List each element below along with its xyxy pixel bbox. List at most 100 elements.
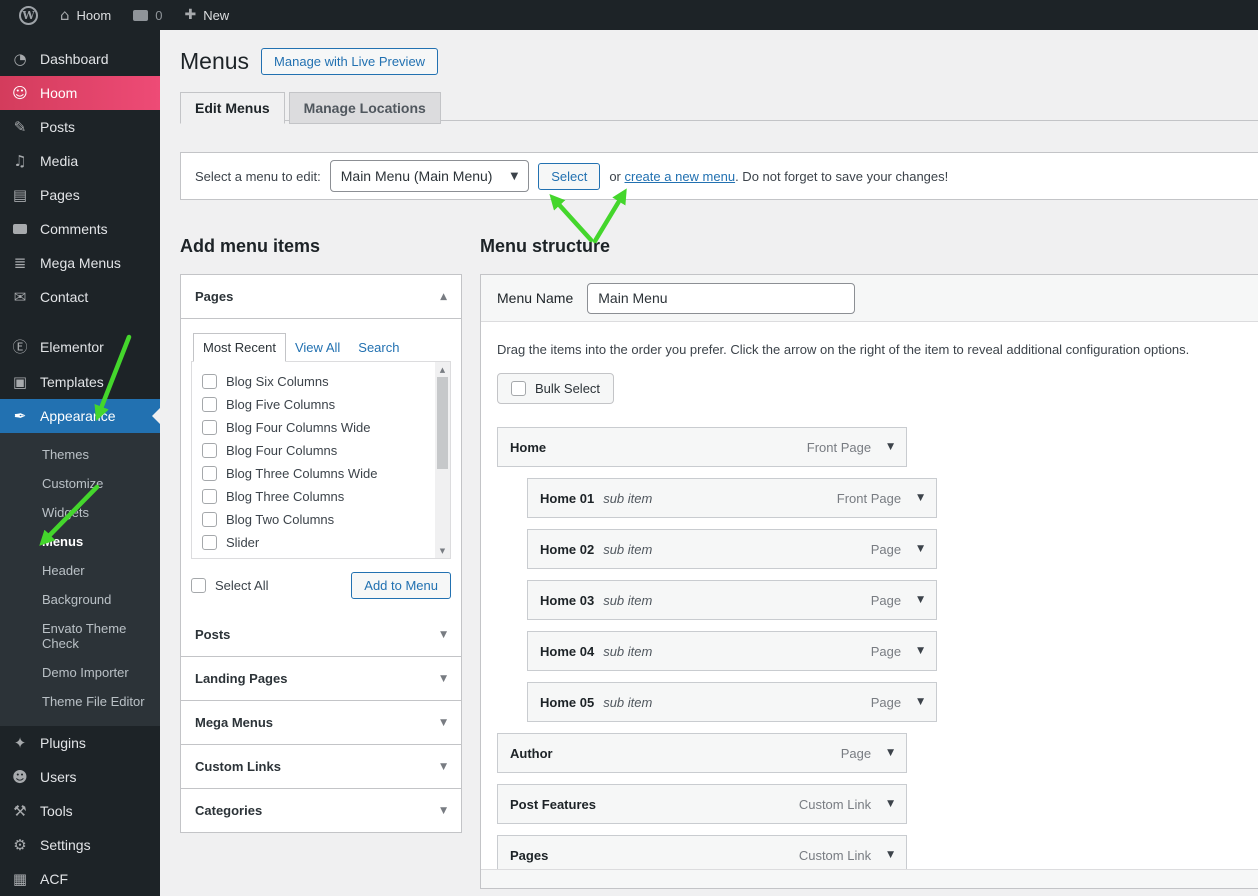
submenu-item-envato-theme-check[interactable]: Envato Theme Check xyxy=(0,614,160,658)
menu-name-label: Menu Name xyxy=(497,290,574,306)
sidebar-item-settings[interactable]: ⚙ Settings xyxy=(0,828,160,862)
submenu-item-theme-file-editor[interactable]: Theme File Editor xyxy=(0,687,160,716)
submenu-item-themes[interactable]: Themes xyxy=(0,440,160,469)
page-item-checkbox[interactable] xyxy=(202,535,217,550)
new-label: New xyxy=(203,7,230,23)
submenu-item-widgets[interactable]: Widgets xyxy=(0,498,160,527)
main-content: Menus Manage with Live Preview Edit Menu… xyxy=(160,30,1258,896)
menu-item-expand-icon[interactable]: ▼ xyxy=(917,646,924,656)
submenu-item-header[interactable]: Header xyxy=(0,556,160,585)
accordion-section-landing-pages[interactable]: Landing Pages ▼ xyxy=(181,656,461,700)
list-scrollbar[interactable]: ▲ ▼ xyxy=(435,362,450,558)
sidebar-item-dashboard[interactable]: ◔ Dashboard xyxy=(0,42,160,76)
menu-item-expand-icon[interactable]: ▼ xyxy=(887,748,894,758)
wrench-icon: ⚒ xyxy=(13,802,27,820)
submenu-item-customize[interactable]: Customize xyxy=(0,469,160,498)
accordion-section-categories[interactable]: Categories ▼ xyxy=(181,788,461,832)
page-list-item: Blog Two Columns xyxy=(202,508,424,531)
menu-item-expand-icon[interactable]: ▼ xyxy=(887,442,894,452)
sidebar-item-appearance[interactable]: ✒ Appearance xyxy=(0,399,160,433)
pages-tab-most-recent[interactable]: Most Recent xyxy=(193,333,286,362)
scroll-down-arrow-icon[interactable]: ▼ xyxy=(435,543,450,558)
page-item-checkbox[interactable] xyxy=(202,374,217,389)
menu-item-row-home-02[interactable]: Home 02 sub item Page ▼ xyxy=(527,529,937,569)
page-item-checkbox[interactable] xyxy=(202,466,217,481)
expand-arrow-icon[interactable]: ▼ xyxy=(440,718,447,728)
menu-item-row-home-03[interactable]: Home 03 sub item Page ▼ xyxy=(527,580,937,620)
page-item-checkbox[interactable] xyxy=(202,489,217,504)
menu-item-row-home[interactable]: Home Front Page ▼ xyxy=(497,427,907,467)
plugin-icon: ✦ xyxy=(13,734,27,752)
menu-select-dropdown[interactable]: Main Menu (Main Menu) ▼ xyxy=(329,160,530,192)
menu-item-row-home-01[interactable]: Home 01 sub item Front Page ▼ xyxy=(527,478,937,518)
menu-name-bar: Menu Name xyxy=(481,275,1258,322)
select-all-checkbox[interactable] xyxy=(191,578,206,593)
scrollbar-thumb[interactable] xyxy=(437,377,448,469)
menu-item-expand-icon[interactable]: ▼ xyxy=(887,850,894,860)
collapse-arrow-icon[interactable]: ▲ xyxy=(440,292,447,302)
sidebar-item-pages[interactable]: ▤ Pages xyxy=(0,178,160,212)
sidebar-item-mega-menus[interactable]: ≣ Mega Menus xyxy=(0,246,160,280)
manage-live-preview-button[interactable]: Manage with Live Preview xyxy=(261,48,439,75)
scroll-up-arrow-icon[interactable]: ▲ xyxy=(435,362,450,377)
tab-manage-locations[interactable]: Manage Locations xyxy=(288,92,441,124)
menu-item-note: sub item xyxy=(603,541,653,557)
sidebar-item-plugins[interactable]: ✦ Plugins xyxy=(0,726,160,760)
select-button[interactable]: Select xyxy=(538,162,601,190)
submenu-item-demo-importer[interactable]: Demo Importer xyxy=(0,658,160,687)
site-name-link[interactable]: ⌂ Hoom xyxy=(51,0,120,30)
expand-arrow-icon[interactable]: ▼ xyxy=(440,630,447,640)
accordion-section-posts[interactable]: Posts ▼ xyxy=(181,613,461,656)
sidebar-item-templates[interactable]: ▣ Templates xyxy=(0,365,160,399)
pages-tab-search[interactable]: Search xyxy=(349,334,408,361)
add-to-menu-button[interactable]: Add to Menu xyxy=(351,572,451,599)
acf-icon: ▦ xyxy=(12,870,28,888)
accordion-section-pages[interactable]: Pages ▲ xyxy=(181,275,461,318)
menu-item-title: Home 01 xyxy=(540,490,595,506)
appearance-submenu: Themes Customize Widgets Menus Header Backgro… xyxy=(0,433,160,726)
bulk-select-checkbox[interactable] xyxy=(511,381,526,396)
pages-tab-view-all[interactable]: View All xyxy=(286,334,349,361)
tab-edit-menus[interactable]: Edit Menus xyxy=(180,92,285,124)
bulk-select-toggle[interactable]: Bulk Select xyxy=(497,373,615,404)
page-list-item: Blog Four Columns xyxy=(202,439,424,462)
create-new-menu-link[interactable]: create a new menu xyxy=(625,169,736,184)
expand-arrow-icon[interactable]: ▼ xyxy=(440,806,447,816)
page-item-label: Blog Four Columns Wide xyxy=(226,420,371,435)
menu-item-expand-icon[interactable]: ▼ xyxy=(887,799,894,809)
comments-admin-link[interactable]: 0 xyxy=(124,0,171,30)
sidebar-item-hoom[interactable]: ☺ Hoom xyxy=(0,76,160,110)
menu-item-row-home-05[interactable]: Home 05 sub item Page ▼ xyxy=(527,682,937,722)
new-content-button[interactable]: ✚ New xyxy=(175,0,238,30)
menu-name-input[interactable] xyxy=(587,282,856,314)
chevron-down-icon: ▼ xyxy=(510,170,519,182)
sliders-icon: ⚙ xyxy=(13,836,27,854)
menu-item-row-post-features[interactable]: Post Features Custom Link ▼ xyxy=(497,784,907,824)
submenu-item-background[interactable]: Background xyxy=(0,585,160,614)
page-list-item: Blog Five Columns xyxy=(202,393,424,416)
submenu-item-menus[interactable]: Menus xyxy=(0,527,160,556)
page-item-checkbox[interactable] xyxy=(202,443,217,458)
sidebar-item-users[interactable]: ☻ Users xyxy=(0,760,160,794)
sidebar-item-elementor[interactable]: Ⓔ Elementor xyxy=(0,328,160,365)
menu-item-row-home-04[interactable]: Home 04 sub item Page ▼ xyxy=(527,631,937,671)
menu-item-expand-icon[interactable]: ▼ xyxy=(917,544,924,554)
sidebar-item-comments[interactable]: Comments xyxy=(0,212,160,246)
wordpress-menu-button[interactable]: W xyxy=(10,0,47,30)
menu-item-expand-icon[interactable]: ▼ xyxy=(917,697,924,707)
sidebar-item-tools[interactable]: ⚒ Tools xyxy=(0,794,160,828)
expand-arrow-icon[interactable]: ▼ xyxy=(440,674,447,684)
menu-item-expand-icon[interactable]: ▼ xyxy=(917,493,924,503)
page-item-checkbox[interactable] xyxy=(202,420,217,435)
sidebar-item-acf[interactable]: ▦ ACF xyxy=(0,862,160,896)
page-item-checkbox[interactable] xyxy=(202,397,217,412)
menu-item-expand-icon[interactable]: ▼ xyxy=(917,595,924,605)
sidebar-item-posts[interactable]: ✎ Posts xyxy=(0,110,160,144)
menu-item-row-author[interactable]: Author Page ▼ xyxy=(497,733,907,773)
accordion-section-custom-links[interactable]: Custom Links ▼ xyxy=(181,744,461,788)
page-item-checkbox[interactable] xyxy=(202,512,217,527)
expand-arrow-icon[interactable]: ▼ xyxy=(440,762,447,772)
sidebar-item-contact[interactable]: ✉ Contact xyxy=(0,280,160,314)
sidebar-item-media[interactable]: ♫ Media xyxy=(0,144,160,178)
accordion-section-mega-menus[interactable]: Mega Menus ▼ xyxy=(181,700,461,744)
